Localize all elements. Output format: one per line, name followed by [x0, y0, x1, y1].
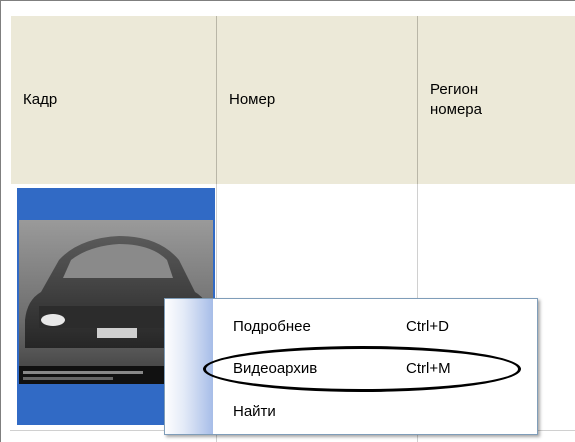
menu-item-find[interactable]: Найти	[213, 396, 537, 426]
annotation-highlight-ellipse	[203, 346, 521, 392]
column-header-region[interactable]: Регион номера	[418, 16, 575, 184]
column-header-frame-label: Кадр	[23, 91, 58, 108]
menu-item-details[interactable]: Подробнее Ctrl+D	[213, 311, 537, 341]
table-header-row: Кадр Номер Регион номера	[10, 15, 575, 184]
column-header-frame[interactable]: Кадр	[11, 16, 217, 184]
menu-item-label: Найти	[233, 402, 276, 420]
column-header-region-label: Регион номера	[430, 81, 482, 118]
menu-item-shortcut: Ctrl+D	[406, 317, 449, 335]
column-header-number[interactable]: Номер	[217, 16, 418, 184]
menu-item-label: Подробнее	[233, 317, 311, 335]
column-header-number-label: Номер	[229, 91, 276, 108]
